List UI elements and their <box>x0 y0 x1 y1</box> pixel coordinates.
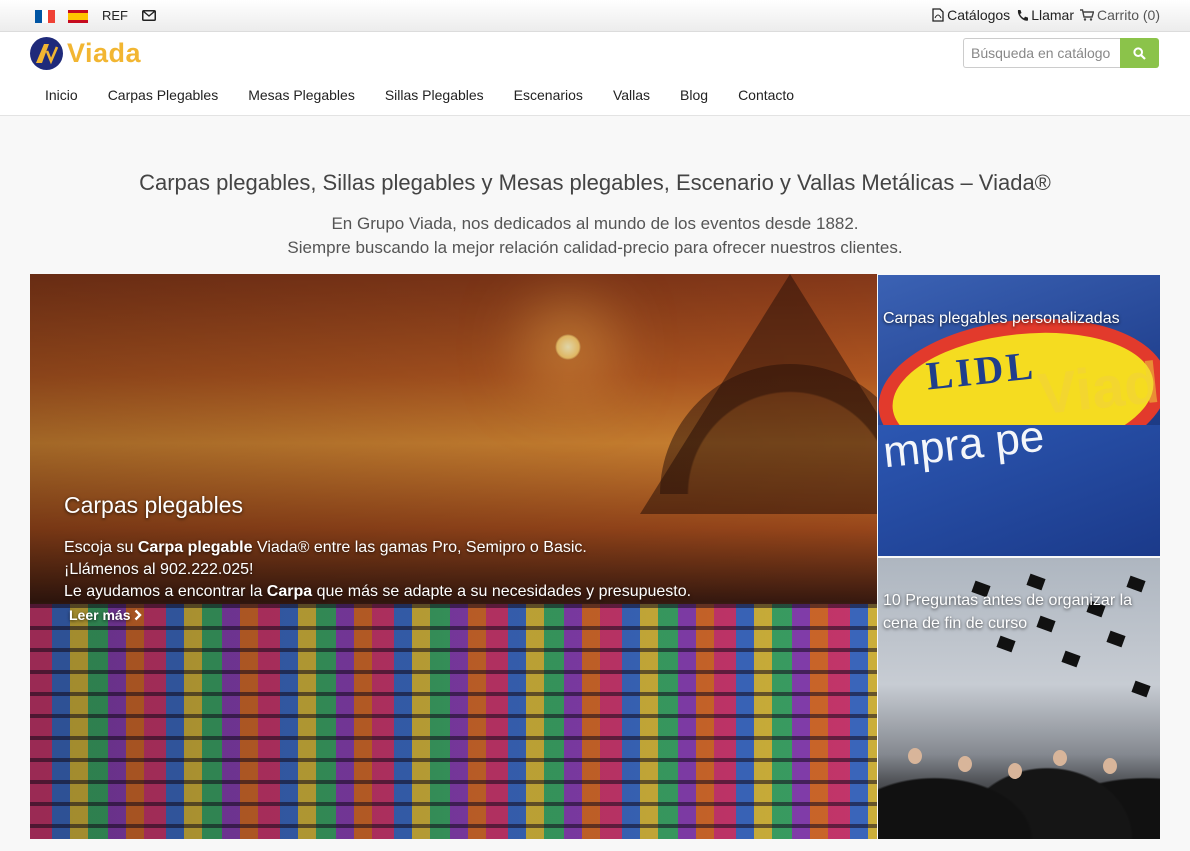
intro-line-2: Siempre buscando la mejor relación calid… <box>287 238 903 257</box>
nav-item-sillas-plegables[interactable]: Sillas Plegables <box>370 87 499 103</box>
intro-line-1: En Grupo Viada, nos dedicados al mundo d… <box>331 214 859 233</box>
card-title: 10 Preguntas antes de organizar la cena … <box>883 592 1133 632</box>
card-carpas-personalizadas[interactable]: LIDL Viad mpra pe Carpas plegables perso… <box>878 275 1160 556</box>
logo-text: Viada <box>67 38 142 68</box>
flag-spain-icon[interactable] <box>68 10 88 23</box>
main-nav: Inicio Carpas Plegables Mesas Plegables … <box>30 87 809 103</box>
hero-line-3: Le ayudamos a encontrar la Carpa que más… <box>64 583 692 600</box>
logo-mark-icon <box>30 37 63 70</box>
call-link[interactable]: Llamar <box>1016 7 1074 23</box>
call-label: Llamar <box>1031 7 1074 23</box>
cart-link[interactable]: Carrito (0) <box>1079 7 1160 23</box>
cart-icon <box>1079 9 1094 21</box>
hero-carpas-plegables[interactable]: Carpas plegables Escoja su Carpa plegabl… <box>30 274 877 839</box>
chevron-right-icon <box>135 609 143 621</box>
ref-link[interactable]: REF <box>102 8 128 23</box>
search-button[interactable] <box>1120 38 1159 68</box>
read-more-link[interactable]: Leer más <box>69 607 143 623</box>
nav-item-blog[interactable]: Blog <box>665 87 723 103</box>
hero-line-2: ¡Llámenos al 902.222.025! <box>64 561 254 578</box>
envelope-icon[interactable] <box>142 10 156 21</box>
nav-item-mesas-plegables[interactable]: Mesas Plegables <box>233 87 370 103</box>
catalogs-label: Catálogos <box>947 7 1011 23</box>
viada-logo[interactable]: Viada <box>30 37 141 70</box>
viada-watermark: Viad <box>1034 349 1160 428</box>
site-header: Viada Inicio Carpas Plegables Mesas Pleg… <box>0 32 1190 116</box>
nav-item-contacto[interactable]: Contacto <box>723 87 809 103</box>
nav-item-escenarios[interactable]: Escenarios <box>499 87 598 103</box>
top-links: Catálogos Llamar Carrito (0) <box>932 7 1160 23</box>
intro-text: En Grupo Viada, nos dedicados al mundo d… <box>0 212 1190 260</box>
catalog-search <box>963 38 1159 68</box>
flag-france-icon[interactable] <box>35 10 56 23</box>
page-title: Carpas plegables, Sillas plegables y Mes… <box>139 170 1051 195</box>
nav-item-vallas[interactable]: Vallas <box>598 87 665 103</box>
hero-line-1: Escoja su Carpa plegable Viada® entre la… <box>64 539 587 556</box>
nav-item-inicio[interactable]: Inicio <box>30 87 93 103</box>
phone-icon <box>1018 9 1029 21</box>
card-title: Carpas plegables personalizadas <box>883 310 1120 327</box>
top-bar: REF Catálogos Llamar Carrito (0) <box>0 0 1190 32</box>
read-more-label: Leer más <box>69 607 131 623</box>
hero-title: Carpas plegables <box>64 492 244 518</box>
hero-content: Carpas plegables Escoja su Carpa plegabl… <box>64 492 691 625</box>
nav-item-carpas-plegables[interactable]: Carpas Plegables <box>93 87 234 103</box>
catalogs-link[interactable]: Catálogos <box>932 7 1010 23</box>
card-preguntas-cena-fin-de-curso[interactable]: 10 Preguntas antes de organizar la cena … <box>878 558 1160 839</box>
search-icon <box>1133 46 1146 60</box>
pdf-file-icon <box>932 8 944 22</box>
search-input[interactable] <box>963 38 1120 68</box>
cart-label: Carrito (0) <box>1096 7 1160 23</box>
